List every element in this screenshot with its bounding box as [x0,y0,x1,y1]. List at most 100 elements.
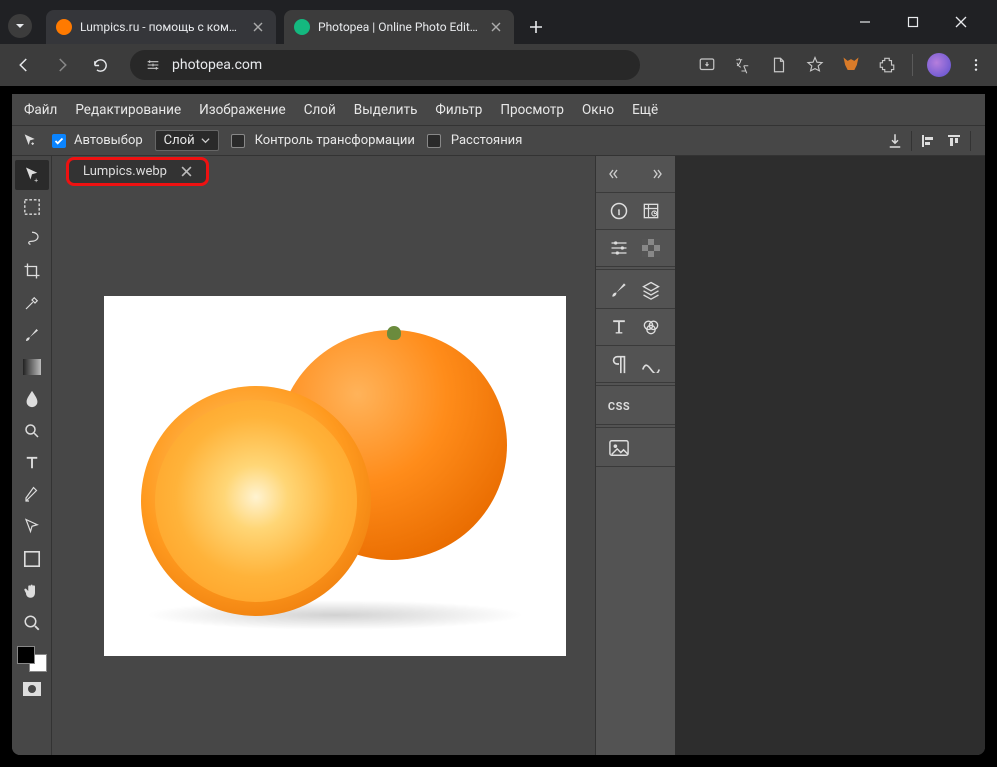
brush-panel-icon[interactable] [606,278,632,302]
svg-text:+: + [34,177,38,185]
collapse-left-icon[interactable] [606,162,627,186]
checkbox-empty-icon [231,134,245,148]
transform-controls-checkbox[interactable]: Контроль трансформации [231,133,415,148]
close-icon[interactable] [488,19,504,35]
left-toolbar: + [12,156,52,755]
menu-more[interactable]: Ещё [632,102,658,118]
bookmark-icon[interactable] [804,54,826,76]
extension-fox-icon[interactable] [840,54,862,76]
text-tool[interactable] [15,448,49,478]
dropdown-label: Слой [164,133,195,148]
favicon-icon [294,19,310,35]
tab-title: Photopea | Online Photo Editor [318,20,480,34]
canvas-area: Lumpics.webp [52,156,595,755]
character-panel-icon[interactable] [606,315,632,339]
adjustments-panel-icon[interactable] [606,236,632,260]
lasso-tool[interactable] [15,224,49,254]
document-tab[interactable]: Lumpics.webp [66,157,209,186]
image-panel-icon[interactable] [606,436,632,460]
tab-title: Lumpics.ru - помощь с компью [80,20,242,34]
eyedropper-tool[interactable] [15,288,49,318]
paths-panel-icon[interactable] [638,352,664,376]
download-icon[interactable] [768,54,790,76]
canvas-image [135,316,535,636]
browser-tab[interactable]: Photopea | Online Photo Editor [284,10,514,44]
browser-tabstrip: Lumpics.ru - помощь с компью Photopea | … [0,0,997,44]
separator [970,131,971,151]
checkbox-empty-icon [427,134,441,148]
site-settings-icon[interactable] [144,56,162,74]
align-left-icon[interactable] [918,131,938,151]
close-button[interactable] [947,8,975,36]
align-top-icon[interactable] [944,131,964,151]
crop-tool[interactable] [15,256,49,286]
profile-avatar[interactable] [927,53,951,77]
favicon-icon [56,19,72,35]
new-tab-button[interactable] [522,13,550,41]
transform-controls-label: Контроль трансформации [255,133,415,148]
hand-tool[interactable] [15,576,49,606]
window-controls [837,8,989,44]
color-swatch[interactable] [17,646,47,672]
menu-edit[interactable]: Редактирование [75,102,181,118]
pen-tool[interactable] [15,480,49,510]
app-menubar: Файл Редактирование Изображение Слой Выд… [12,94,985,126]
right-panel-strip: CSS [595,156,675,755]
browser-menu-icon[interactable] [965,54,987,76]
menu-view[interactable]: Просмотр [500,102,564,118]
url-text: photopea.com [172,57,262,73]
install-app-icon[interactable] [696,54,718,76]
history-panel-icon[interactable] [638,199,664,223]
info-panel-icon[interactable] [606,199,632,223]
address-bar[interactable]: photopea.com [130,50,640,80]
paragraph-panel-icon[interactable] [606,352,632,376]
options-bar: Автовыбор Слой Контроль трансформации Ра… [12,126,985,156]
canvas[interactable] [104,296,566,656]
zoom-tool[interactable] [15,608,49,638]
gradient-tool[interactable] [15,352,49,382]
menu-separator [912,54,913,76]
separator [911,131,912,151]
layers-panel-icon[interactable] [638,278,664,302]
channels-panel-icon[interactable] [638,315,664,339]
distances-label: Расстояния [451,133,522,148]
distances-checkbox[interactable]: Расстояния [427,133,522,148]
move-tool[interactable]: + [15,160,49,190]
download-icon[interactable] [885,131,905,151]
back-button[interactable] [10,51,38,79]
document-tab-name: Lumpics.webp [83,164,167,179]
css-panel-icon[interactable]: CSS [606,394,632,418]
photopea-app: Файл Редактирование Изображение Слой Выд… [12,94,985,755]
browser-toolbar: photopea.com [0,44,997,86]
collapse-right-icon[interactable] [645,162,666,186]
autoselect-label: Автовыбор [74,133,143,148]
maximize-button[interactable] [899,8,927,36]
menu-image[interactable]: Изображение [199,102,286,118]
close-icon[interactable] [250,19,266,35]
shape-tool[interactable] [15,544,49,574]
menu-filter[interactable]: Фильтр [435,102,482,118]
menu-layer[interactable]: Слой [304,102,336,118]
tab-search-button[interactable] [8,14,32,38]
forward-button[interactable] [48,51,76,79]
menu-window[interactable]: Окно [582,102,614,118]
path-select-tool[interactable] [15,512,49,542]
reload-button[interactable] [86,51,114,79]
layer-target-dropdown[interactable]: Слой [155,130,219,151]
right-sidebar-dark [675,156,985,755]
swatches-panel-icon[interactable] [638,236,664,260]
minimize-button[interactable] [851,8,879,36]
browser-tab[interactable]: Lumpics.ru - помощь с компью [46,10,276,44]
translate-icon[interactable] [732,54,754,76]
brush-tool[interactable] [15,320,49,350]
menu-file[interactable]: Файл [24,102,57,118]
dodge-tool[interactable] [15,416,49,446]
checkbox-checked-icon [52,134,66,148]
menu-select[interactable]: Выделить [354,102,418,118]
quick-mask-tool[interactable] [15,674,49,704]
close-icon[interactable] [181,166,192,177]
blur-tool[interactable] [15,384,49,414]
extensions-icon[interactable] [876,54,898,76]
marquee-tool[interactable] [15,192,49,222]
autoselect-checkbox[interactable]: Автовыбор [52,133,143,148]
